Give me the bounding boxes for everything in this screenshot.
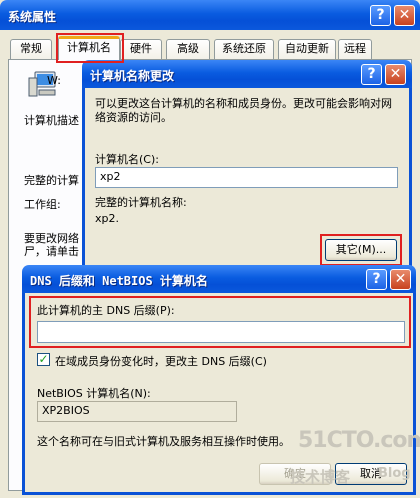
- partial-text-1: W:: [47, 74, 61, 87]
- watermark-domain: 51CTO.com: [298, 428, 420, 453]
- system-properties-titlebar[interactable]: 系统属性 ? ✕: [0, 0, 420, 30]
- dns-dialog-body: 此计算机的主 DNS 后缀(P): ✓ 在域成员身份变化时，更改主 DNS 后缀…: [22, 293, 416, 495]
- netbios-name-label: NetBIOS 计算机名(N):: [37, 387, 151, 400]
- dns-suffix-netbios-dialog: DNS 后缀和 NetBIOS 计算机名 ? ✕ 此计算机的主 DNS 后缀(P…: [22, 265, 416, 495]
- close-icon[interactable]: ✕: [394, 5, 415, 26]
- computer-name-input[interactable]: xp2: [95, 167, 398, 188]
- change-suffix-checkbox-label[interactable]: 在域成员身份变化时，更改主 DNS 后缀(C): [55, 353, 267, 369]
- full-computer-name-value: xp2.: [95, 212, 119, 225]
- computer-name-label: 计算机名(C):: [95, 153, 159, 166]
- computer-name-changes-body: 可以更改这台计算机的名称和成员身份。更改可能会影响对网络资源的访问。 计算机名(…: [82, 88, 412, 272]
- dns-dialog-titlebar[interactable]: DNS 后缀和 NetBIOS 计算机名 ? ✕: [22, 265, 416, 293]
- watermark-tech-blog: 技术博客: [290, 468, 351, 486]
- tab-automatic-updates[interactable]: 自动更新: [278, 39, 336, 59]
- highlight-computer-name-tab: [56, 33, 124, 63]
- tab-advanced[interactable]: 高级: [166, 39, 210, 59]
- computer-description-label: 计算机描述: [24, 114, 79, 127]
- tab-hardware[interactable]: 硬件: [120, 39, 162, 59]
- highlight-dns-suffix: [29, 296, 411, 348]
- close-icon[interactable]: ✕: [385, 64, 406, 85]
- full-computer-name-label: 完整的计算: [24, 174, 79, 187]
- workgroup-label: 工作组:: [24, 198, 61, 211]
- watermark-blog: Blog: [378, 466, 411, 481]
- computer-name-changes-titlebar[interactable]: 计算机名称更改 ? ✕: [82, 60, 412, 88]
- help-icon[interactable]: ?: [361, 64, 382, 85]
- close-icon[interactable]: ✕: [390, 269, 411, 290]
- netbios-note: 这个名称可在与旧式计算机及服务相互操作时使用。: [37, 435, 290, 448]
- change-suffix-checkbox[interactable]: ✓: [37, 353, 50, 366]
- full-computer-name-label: 完整的计算机名称:: [95, 196, 187, 209]
- computer-name-changes-title: 计算机名称更改: [90, 69, 175, 83]
- rename-hint-line-2: 尸，请单击: [24, 245, 79, 258]
- tab-system-restore[interactable]: 系统还原: [214, 39, 274, 59]
- tab-remote[interactable]: 远程: [338, 39, 372, 59]
- highlight-more-button: [320, 234, 402, 266]
- help-icon[interactable]: ?: [370, 5, 391, 26]
- dns-dialog-title: DNS 后缀和 NetBIOS 计算机名: [30, 274, 208, 288]
- system-properties-title: 系统属性: [8, 10, 57, 24]
- tab-general[interactable]: 常规: [10, 39, 52, 59]
- rename-intro-text: 可以更改这台计算机的名称和成员身份。更改可能会影响对网络资源的访问。: [95, 97, 392, 124]
- netbios-name-field: XP2BIOS: [37, 401, 237, 422]
- computer-name-changes-dialog: 计算机名称更改 ? ✕ 可以更改这台计算机的名称和成员身份。更改可能会影响对网络…: [82, 60, 412, 272]
- help-icon[interactable]: ?: [366, 269, 387, 290]
